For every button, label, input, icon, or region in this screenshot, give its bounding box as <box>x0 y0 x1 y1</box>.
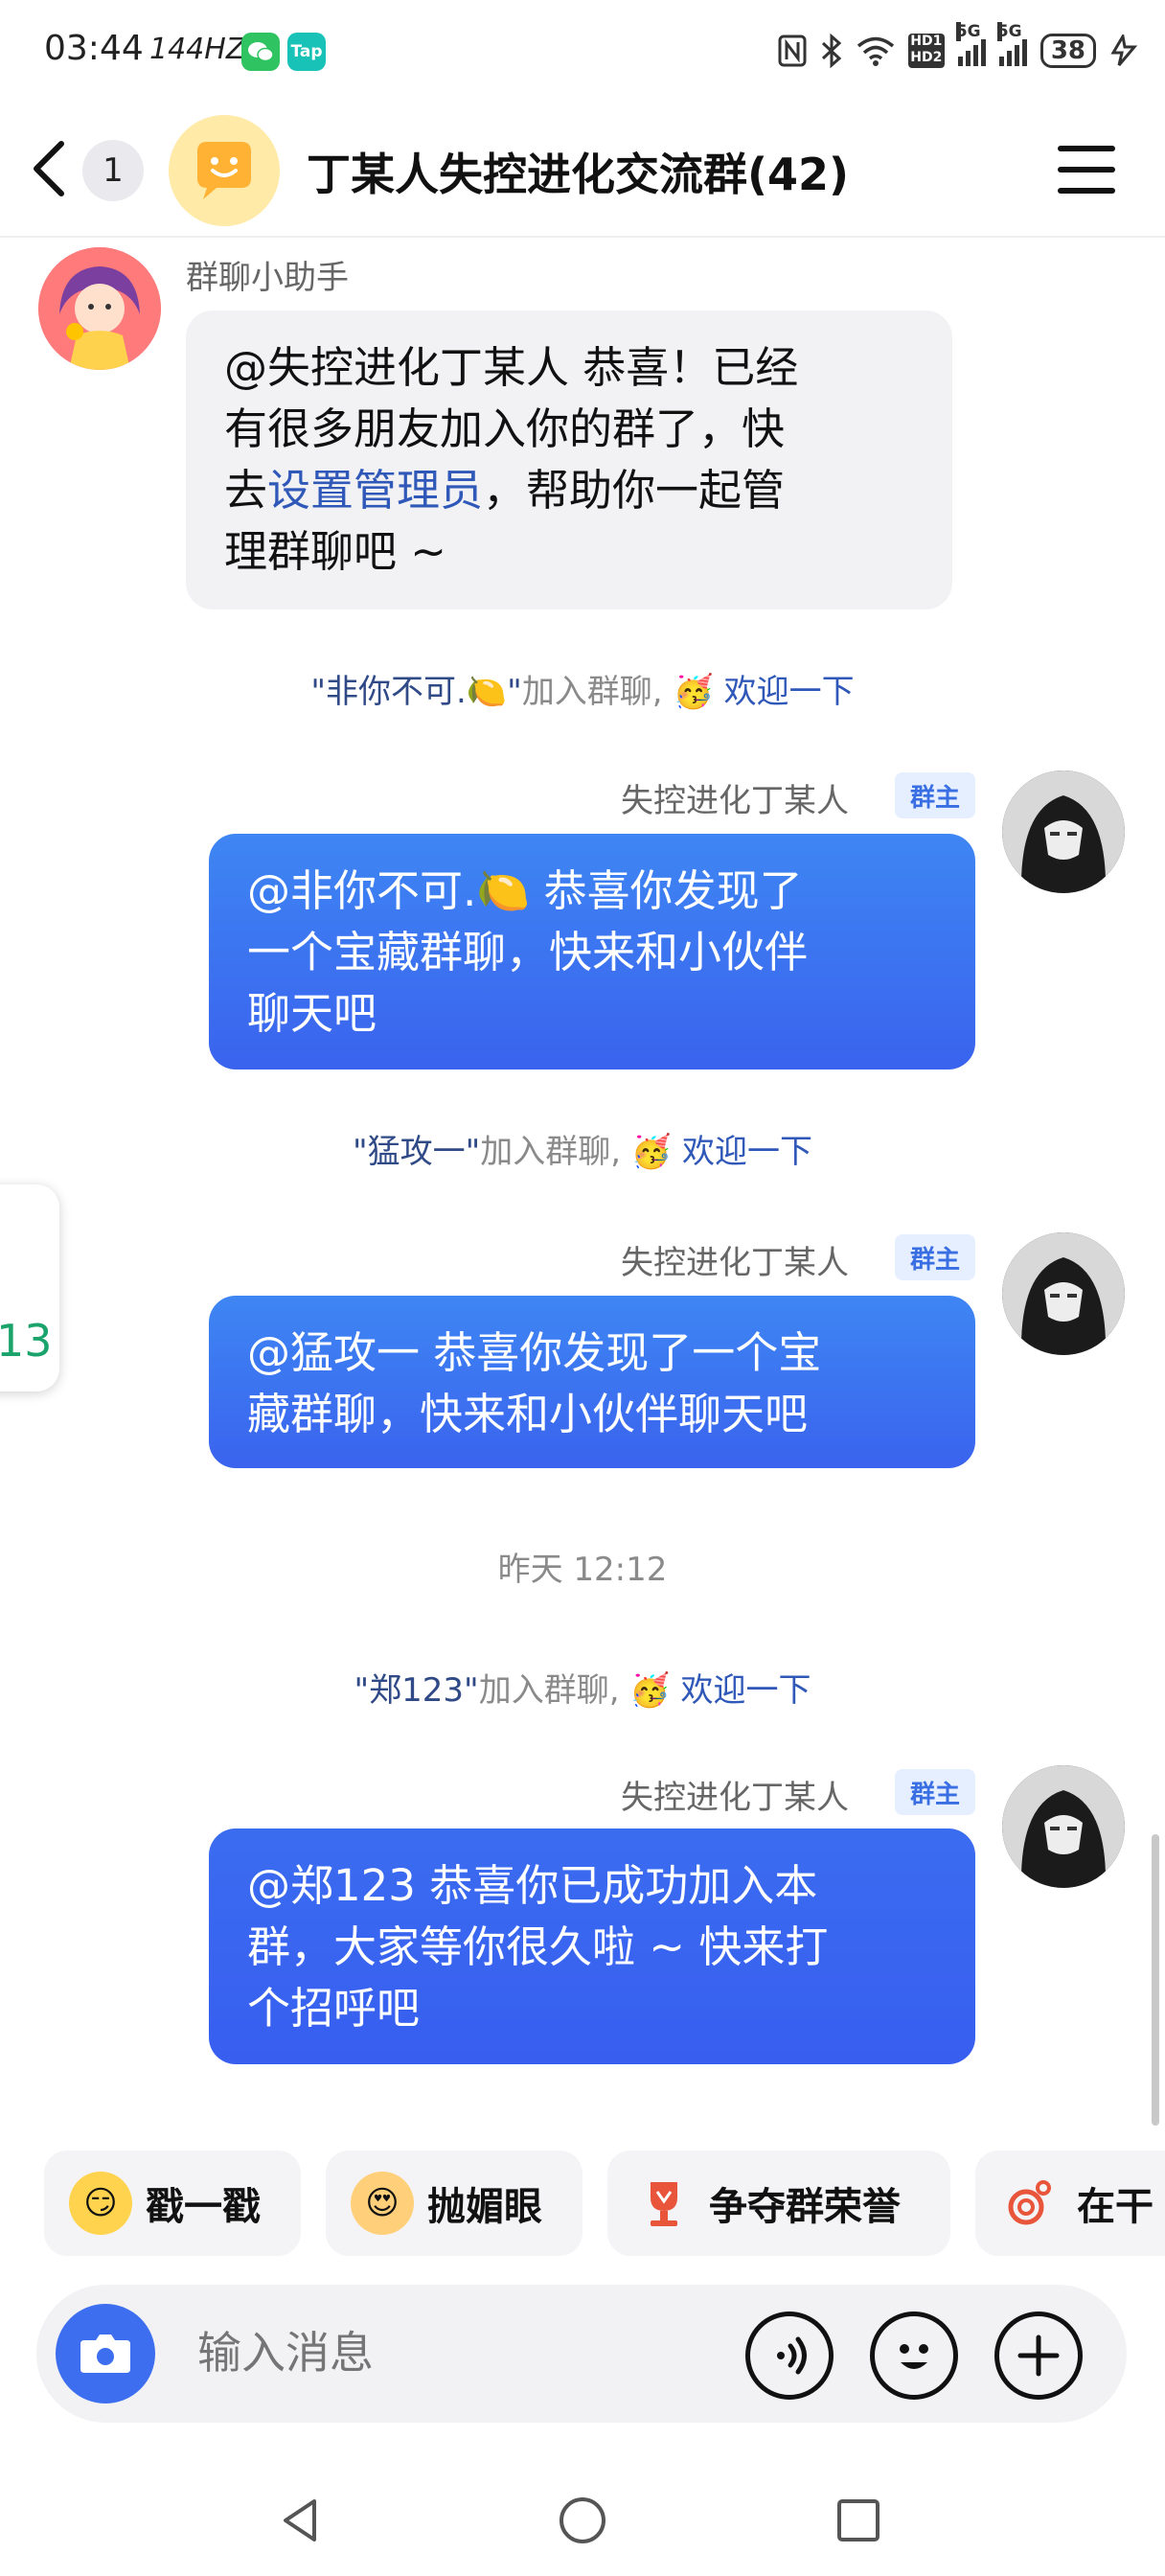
menu-icon[interactable] <box>1058 146 1115 194</box>
voice-button[interactable] <box>745 2312 834 2400</box>
joined-user-name[interactable]: "非你不可.🍋" <box>310 673 521 711</box>
nav-home-icon[interactable] <box>554 2492 611 2549</box>
joined-user-name[interactable]: "猛攻一" <box>353 1133 480 1171</box>
status-time: 03:44 <box>44 29 144 68</box>
wink-chip[interactable]: 😍 抛媚眼 <box>326 2150 582 2256</box>
owner-badge: 群主 <box>895 772 975 818</box>
side-widget-text: 13 <box>0 1315 53 1367</box>
system-join-notice: "非你不可.🍋"加入群聊, 🥳 欢迎一下 <box>310 673 855 711</box>
chat-header: 1 丁某人失控进化交流群(42) <box>0 102 1165 238</box>
camera-icon <box>80 2334 130 2373</box>
group-avatar[interactable] <box>169 115 280 226</box>
heart-eyes-icon: 😍 <box>351 2172 414 2235</box>
assistant-avatar[interactable] <box>38 247 161 370</box>
poke-chip[interactable]: 😏 戳一戳 <box>44 2150 301 2256</box>
emoji-button[interactable] <box>870 2312 958 2400</box>
owner-message-bubble[interactable]: @猛攻一 恭喜你发现了一个宝 藏群聊，快来和小伙伴聊天吧 <box>209 1296 975 1468</box>
plus-button[interactable] <box>994 2312 1083 2400</box>
joined-user-name[interactable]: "郑123" <box>354 1671 479 1710</box>
message-line: 理群聊吧 ~ <box>224 526 447 577</box>
owner-badge: 群主 <box>895 1769 975 1815</box>
message-line: 有很多朋友加入你的群了，快 <box>224 403 786 454</box>
welcome-button[interactable]: 欢迎一下 <box>724 673 855 711</box>
message-timestamp: 昨天 12:12 <box>497 1551 668 1589</box>
owner-name: 失控进化丁某人 <box>621 1779 849 1817</box>
battery-indicator: 38 <box>1039 34 1096 68</box>
signal-icon-1: 5G <box>955 22 986 66</box>
owner-avatar[interactable] <box>1002 1765 1125 1888</box>
assistant-name: 群聊小助手 <box>186 259 349 297</box>
chat-title: 丁某人失控进化交流群(42) <box>307 149 850 200</box>
message-line: 藏群聊，快来和小伙伴聊天吧 <box>247 1389 809 1439</box>
party-emoji-icon: 🥳 <box>673 673 714 711</box>
message-line: @失控进化丁某人 恭喜！已经 <box>224 342 799 393</box>
plus-icon <box>1017 2334 1060 2377</box>
party-emoji-icon: 🥳 <box>629 1671 671 1710</box>
message-line: 群，大家等你很久啦 ~ 快来打 <box>247 1921 829 1972</box>
nfc-icon <box>778 34 807 67</box>
smirk-emoji-icon: 😏 <box>69 2172 132 2235</box>
assistant-message-bubble[interactable]: @失控进化丁某人 恭喜！已经 有很多朋友加入你的群了，快 去设置管理员，帮助你一… <box>186 310 952 610</box>
party-emoji-icon: 🥳 <box>630 1133 673 1171</box>
trophy-icon <box>632 2172 696 2235</box>
wifi-icon <box>857 36 894 66</box>
chip-label: 在干 <box>1077 2185 1154 2229</box>
owner-message-bubble[interactable]: @非你不可.🍋 恭喜你发现了 一个宝藏群聊，快来和小伙伴 聊天吧 <box>209 834 975 1070</box>
message-line: 去设置管理员，帮助你一起管 <box>224 465 786 516</box>
owner-badge: 群主 <box>895 1234 975 1280</box>
status-icons: HD1 HD2 5G 5G 38 <box>778 22 1138 77</box>
message-line: 一个宝藏群聊，快来和小伙伴 <box>247 927 809 978</box>
back-arrow-icon[interactable] <box>25 138 73 199</box>
chat-bubble-icon <box>197 142 251 199</box>
chip-label: 争夺群荣誉 <box>709 2185 901 2229</box>
busy-chip[interactable]: 在干 <box>975 2150 1165 2256</box>
message-line: @非你不可.🍋 恭喜你发现了 <box>247 865 803 916</box>
signal-icon-2: 5G <box>996 22 1027 66</box>
chip-label: 抛媚眼 <box>427 2185 542 2229</box>
hd-icon: HD1 HD2 <box>907 34 945 68</box>
owner-avatar[interactable] <box>1002 1232 1125 1355</box>
bluetooth-icon <box>821 34 842 68</box>
refresh-rate: 144HZ <box>149 33 246 66</box>
owner-name: 失控进化丁某人 <box>621 1244 849 1282</box>
message-line: 个招呼吧 <box>247 1983 421 2034</box>
welcome-button[interactable]: 欢迎一下 <box>682 1133 812 1171</box>
voice-icon <box>777 2336 807 2375</box>
welcome-button[interactable]: 欢迎一下 <box>680 1671 811 1710</box>
owner-name: 失控进化丁某人 <box>621 782 849 820</box>
smile-icon <box>900 2344 928 2369</box>
camera-button[interactable] <box>56 2304 155 2404</box>
wechat-icon <box>241 33 280 71</box>
status-bar: 03:44 144HZ Tap HD1 HD2 5G 5G 38 <box>0 0 1165 102</box>
nav-recents-icon[interactable] <box>830 2492 887 2549</box>
scrollbar[interactable] <box>1152 1834 1159 2126</box>
charging-icon <box>1110 34 1138 66</box>
message-line: @猛攻一 恭喜你发现了一个宝 <box>247 1327 822 1378</box>
group-honor-chip[interactable]: 争夺群荣誉 <box>607 2150 950 2256</box>
system-join-notice: "猛攻一"加入群聊, 🥳 欢迎一下 <box>352 1133 813 1171</box>
message-line: 聊天吧 <box>247 988 377 1039</box>
set-admin-link[interactable]: 设置管理员 <box>267 465 483 516</box>
owner-avatar[interactable] <box>1002 770 1125 893</box>
owner-message-bubble[interactable]: @郑123 恭喜你已成功加入本 群，大家等你很久啦 ~ 快来打 个招呼吧 <box>209 1828 975 2064</box>
message-input[interactable] <box>197 2327 715 2379</box>
system-join-notice: "郑123"加入群聊, 🥳 欢迎一下 <box>354 1671 811 1710</box>
nav-back-icon[interactable] <box>272 2492 330 2549</box>
swirl-icon <box>1000 2172 1063 2235</box>
unread-count-badge[interactable]: 1 <box>82 140 144 201</box>
tap-app-icon: Tap <box>287 33 326 71</box>
message-line: @郑123 恭喜你已成功加入本 <box>247 1860 818 1911</box>
chip-label: 戳一戳 <box>146 2185 261 2229</box>
